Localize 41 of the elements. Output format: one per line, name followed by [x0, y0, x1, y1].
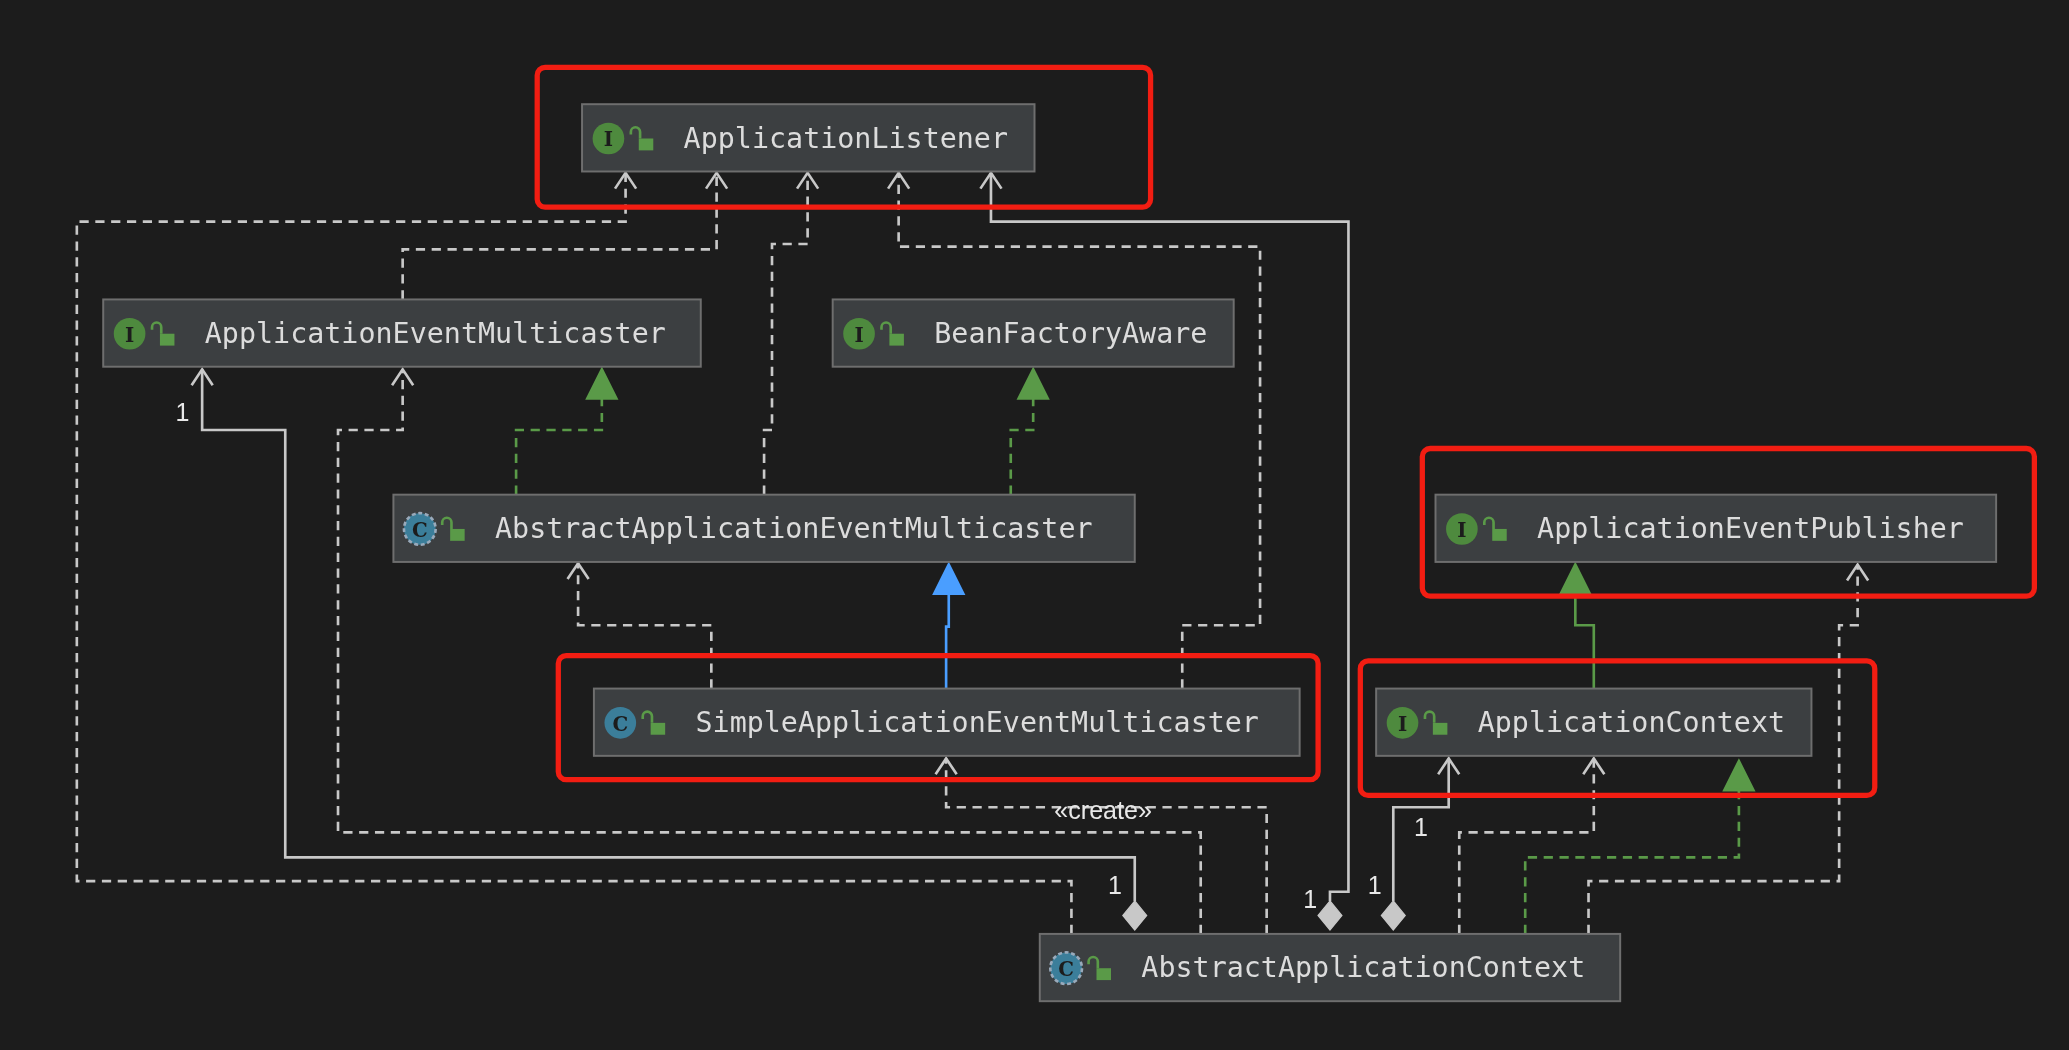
- class-box[interactable]: [392, 493, 1136, 563]
- class-name: ApplicationEventMulticaster: [204, 316, 666, 350]
- class-name: AbstractApplicationContext: [1141, 951, 1586, 985]
- interface-icon: I: [1446, 513, 1478, 545]
- class-name: SimpleApplicationEventMulticaster: [695, 706, 1259, 740]
- edge-label: 1: [175, 397, 190, 426]
- edge-label: 1: [1303, 884, 1318, 913]
- class-box[interactable]: [1038, 932, 1622, 1003]
- edge-label: 1: [1108, 871, 1122, 900]
- class-icon: C: [402, 511, 437, 547]
- interface-icon: I: [113, 317, 146, 350]
- class-icon: C: [604, 707, 637, 739]
- class-name: BeanFactoryAware: [934, 316, 1208, 350]
- unlock-icon: [1423, 710, 1448, 735]
- class-name: ApplicationEventPublisher: [1537, 512, 1964, 546]
- unlock-icon: [1087, 955, 1111, 981]
- unlock-icon: [1483, 516, 1507, 541]
- class-box[interactable]: [581, 103, 1036, 173]
- class-name: ApplicationListener: [683, 121, 1009, 155]
- interface-icon: I: [592, 122, 625, 155]
- edge-label: 1: [1414, 813, 1428, 842]
- unlock-icon: [641, 710, 666, 735]
- unlock-icon: [880, 321, 904, 346]
- interface-icon: I: [843, 317, 875, 350]
- interface-icon: I: [1386, 707, 1419, 739]
- edge-label: 1: [1367, 871, 1382, 900]
- class-icon: C: [1049, 951, 1084, 986]
- class-box[interactable]: [1434, 493, 1998, 563]
- class-name: AbstractApplicationEventMulticaster: [495, 512, 1093, 546]
- class-box[interactable]: [102, 298, 702, 368]
- diamond-marker: [1122, 899, 1148, 931]
- diamond-marker: [1380, 899, 1407, 931]
- class-box[interactable]: [1375, 687, 1813, 757]
- unlock-icon: [629, 126, 654, 151]
- unlock-icon: [440, 516, 465, 541]
- unlock-icon: [150, 321, 175, 346]
- edge-label: «create»: [1054, 796, 1152, 825]
- class-box[interactable]: [831, 298, 1235, 368]
- class-box[interactable]: [592, 687, 1301, 757]
- diamond-marker: [1317, 899, 1343, 931]
- class-name: ApplicationContext: [1477, 706, 1786, 740]
